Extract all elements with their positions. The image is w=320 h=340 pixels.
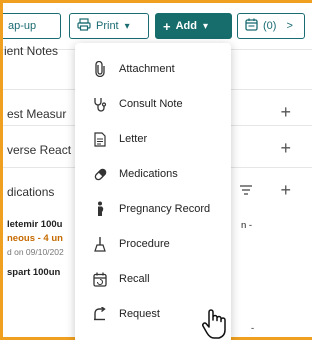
add-dropdown-menu: Attachment Consult Note Letter Medicatio… — [75, 43, 231, 340]
add-label: Add — [175, 20, 197, 32]
pill-icon — [89, 167, 111, 182]
document-icon — [89, 131, 111, 147]
menu-item-medications[interactable]: Medications — [75, 157, 231, 191]
print-label: Print — [96, 20, 119, 32]
section-label: ient Notes — [4, 44, 59, 58]
menu-item-label: Procedure — [119, 238, 170, 250]
section-label: verse React — [7, 143, 72, 157]
section-label: dications — [7, 185, 55, 199]
calendar-button[interactable]: (0) > — [237, 13, 305, 39]
menu-item-pregnancy-record[interactable]: Pregnancy Record — [75, 192, 231, 226]
consult-note-icon — [89, 97, 111, 112]
menu-item-label: Letter — [119, 133, 148, 145]
medication-dose: neous - 4 un — [7, 233, 63, 244]
menu-item-letter[interactable]: Letter — [75, 122, 231, 156]
medication-side-text: n - — [241, 220, 253, 231]
menu-item-label: Request — [119, 308, 160, 320]
medication-name[interactable]: spart 100un — [7, 267, 60, 278]
medication-date: d on 09/10/202 — [7, 247, 64, 257]
menu-item-label: Attachment — [119, 63, 175, 75]
popup-button[interactable]: ap-up — [3, 13, 61, 39]
add-icon[interactable]: + — [280, 138, 291, 159]
calendar-icon — [89, 272, 111, 287]
menu-item-label: Pregnancy Record — [119, 203, 211, 215]
menu-item-label: Recall — [119, 273, 150, 285]
section-label: est Measur — [7, 107, 67, 121]
chevron-down-icon: ▾ — [202, 20, 209, 32]
hand-cursor-icon — [200, 308, 230, 340]
pregnancy-icon — [89, 201, 111, 217]
menu-item-recall[interactable]: Recall — [75, 262, 231, 296]
chevron-down-icon: ▾ — [124, 20, 130, 32]
menu-item-label: Medications — [119, 168, 178, 180]
filter-icon[interactable] — [239, 183, 253, 199]
popup-label: ap-up — [8, 20, 37, 32]
menu-item-label: Consult Note — [119, 98, 183, 110]
menu-item-consult-note[interactable]: Consult Note — [75, 87, 231, 121]
request-icon — [89, 307, 111, 321]
printer-icon — [77, 18, 91, 34]
print-button[interactable]: Print ▾ — [69, 13, 149, 39]
medication-side-text: - — [251, 323, 255, 334]
menu-item-procedure[interactable]: Procedure — [75, 227, 231, 261]
plus-icon: + — [163, 18, 171, 34]
chevron-right-icon: > — [286, 20, 293, 32]
add-icon[interactable]: + — [280, 180, 291, 201]
toolbar: ap-up Print ▾ + Add ▾ (0) > — [3, 3, 312, 41]
calendar-count: (0) — [263, 20, 277, 32]
paperclip-icon — [89, 61, 111, 77]
add-button[interactable]: + Add ▾ — [155, 13, 232, 39]
calendar-icon — [245, 18, 258, 34]
procedure-icon — [89, 236, 111, 252]
menu-item-attachment[interactable]: Attachment — [75, 52, 231, 86]
add-icon[interactable]: + — [280, 102, 291, 123]
medication-name[interactable]: letemir 100u — [7, 219, 62, 230]
